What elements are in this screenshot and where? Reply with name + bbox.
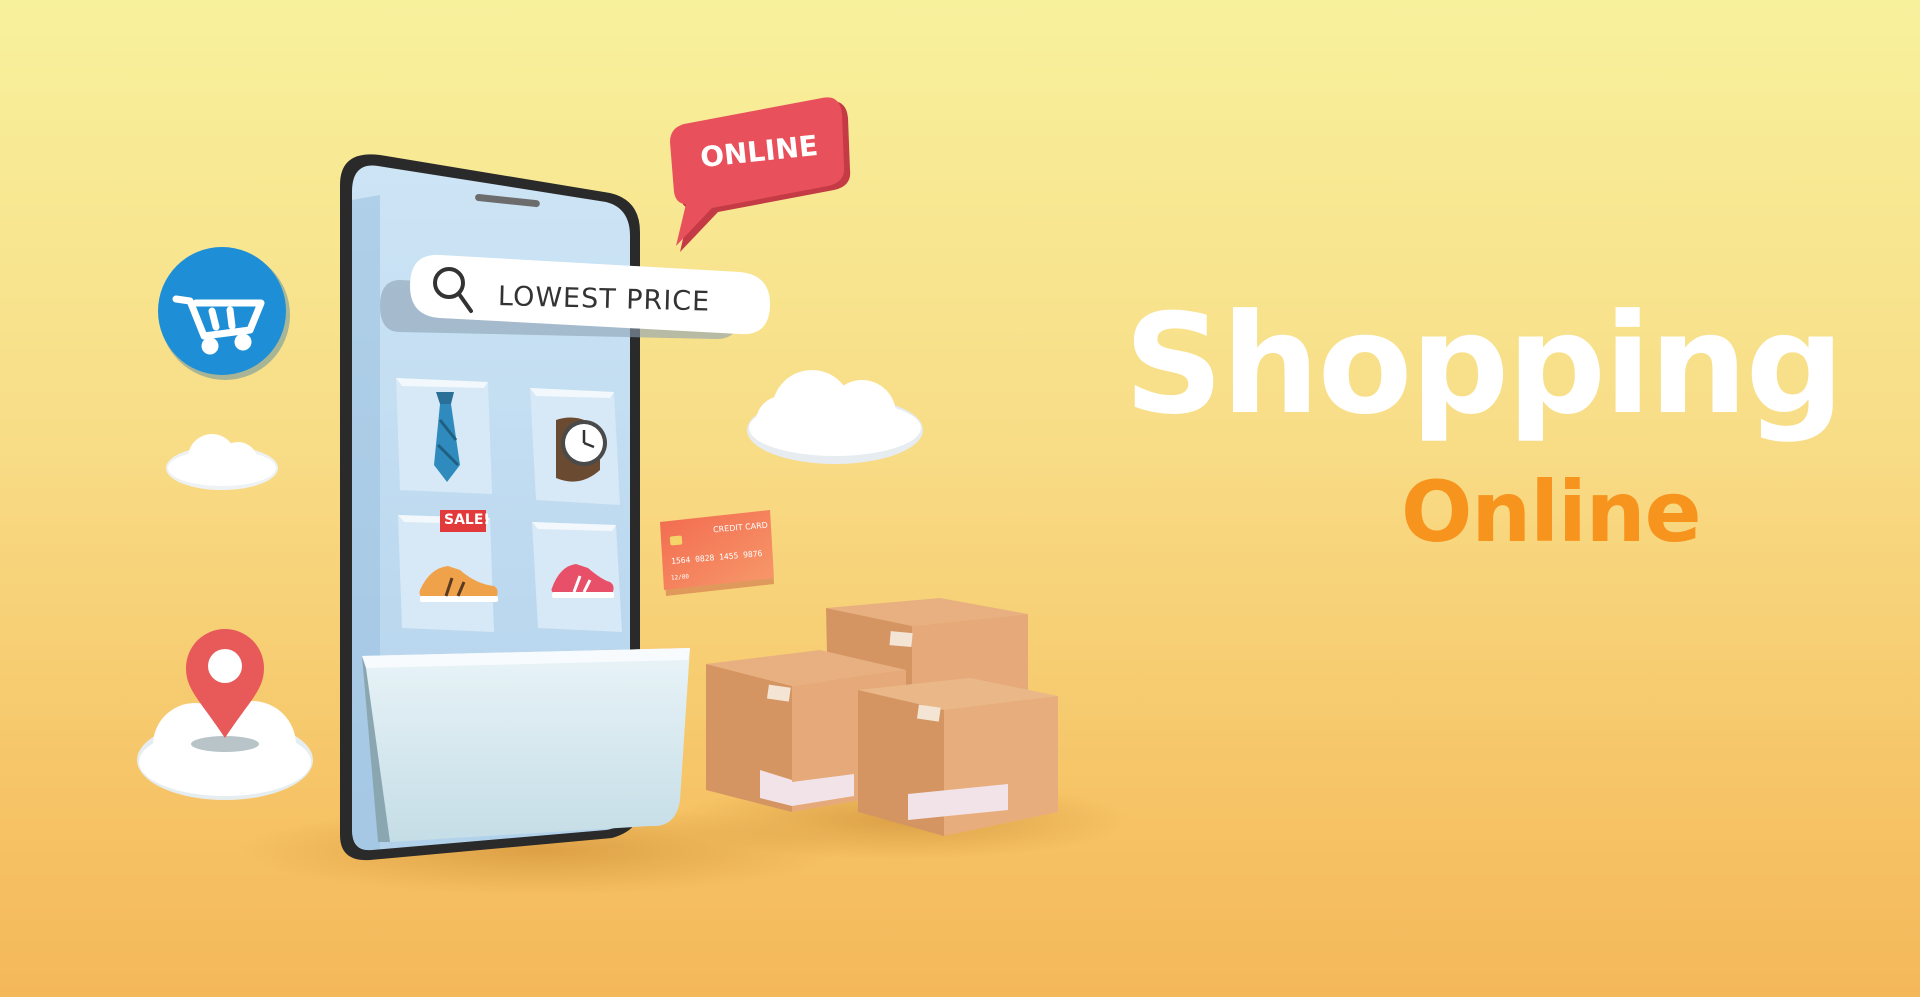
sale-tag-text: SALE! bbox=[444, 512, 490, 528]
cart-badge bbox=[158, 247, 290, 380]
online-bubble bbox=[670, 97, 851, 252]
product-tile-sneaker-pink bbox=[532, 522, 622, 632]
product-tile-watch bbox=[530, 388, 620, 505]
headline-subtitle: Online bbox=[1401, 463, 1702, 561]
phone-tray bbox=[362, 648, 690, 842]
product-tile-sneaker-orange bbox=[398, 510, 498, 632]
cloud-icon bbox=[166, 434, 278, 490]
search-text: LOWEST PRICE bbox=[497, 281, 711, 318]
product-tile-tie bbox=[396, 378, 492, 494]
card-chip-icon bbox=[669, 535, 683, 546]
headline-title: Shopping bbox=[1124, 284, 1844, 445]
box-icon bbox=[858, 678, 1058, 836]
cloud-icon bbox=[747, 370, 923, 464]
location-pin-cloud bbox=[137, 629, 313, 800]
